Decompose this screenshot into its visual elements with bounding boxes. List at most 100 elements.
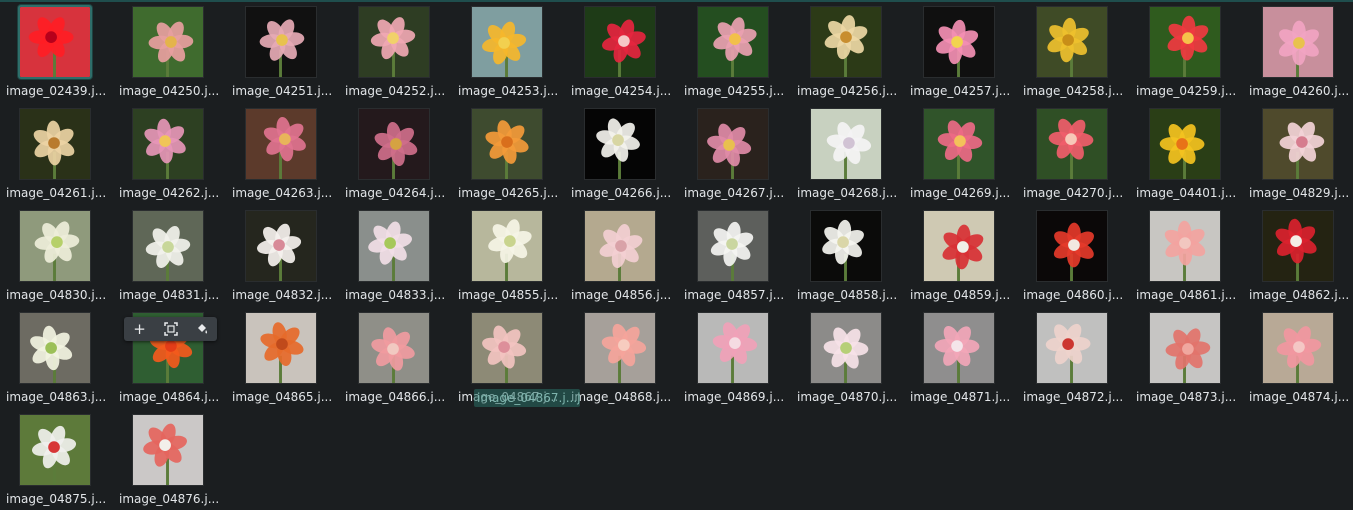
file-thumbnail[interactable] <box>810 108 882 180</box>
file-thumbnail[interactable] <box>358 312 430 384</box>
file-item[interactable]: image_04861.j... <box>1130 204 1243 306</box>
file-item[interactable]: image_04259.j... <box>1130 0 1243 102</box>
file-thumbnail[interactable] <box>923 312 995 384</box>
file-item[interactable]: image_04252.j... <box>339 0 452 102</box>
file-thumbnail[interactable] <box>18 5 92 79</box>
file-item[interactable]: image_04857.j... <box>678 204 791 306</box>
file-thumbnail[interactable] <box>923 210 995 282</box>
file-thumbnail[interactable] <box>923 6 995 78</box>
file-item[interactable]: image_04266.j... <box>565 102 678 204</box>
file-item[interactable]: image_04258.j... <box>1017 0 1130 102</box>
file-item[interactable]: image_04859.j... <box>904 204 1017 306</box>
file-item[interactable]: image_04270.j... <box>1017 102 1130 204</box>
file-thumbnail[interactable] <box>245 312 317 384</box>
file-thumbnail[interactable] <box>1262 210 1334 282</box>
file-item[interactable]: image_04256.j... <box>791 0 904 102</box>
file-thumbnail[interactable] <box>132 210 204 282</box>
file-thumbnail[interactable] <box>1149 6 1221 78</box>
file-thumbnail[interactable] <box>358 108 430 180</box>
file-item[interactable]: image_04875.j... <box>0 408 113 510</box>
file-item[interactable]: image_04401.j... <box>1130 102 1243 204</box>
file-thumbnail[interactable] <box>1149 312 1221 384</box>
file-thumbnail[interactable] <box>697 6 769 78</box>
file-item[interactable]: image_04260.j... <box>1243 0 1353 102</box>
file-thumbnail[interactable] <box>245 108 317 180</box>
select-button[interactable] <box>159 319 183 339</box>
file-item[interactable]: image_04863.j... <box>0 306 113 408</box>
file-thumbnail[interactable] <box>358 210 430 282</box>
file-item[interactable]: image_04868.j... <box>565 306 678 408</box>
file-item[interactable]: image_04865.j... <box>226 306 339 408</box>
file-item[interactable]: image_04833.j... <box>339 204 452 306</box>
file-item[interactable]: image_04866.j... <box>339 306 452 408</box>
file-item[interactable]: image_04855.j... <box>452 204 565 306</box>
file-item[interactable]: image_04257.j... <box>904 0 1017 102</box>
file-thumbnail[interactable] <box>810 312 882 384</box>
file-thumbnail[interactable] <box>1262 108 1334 180</box>
file-thumbnail[interactable] <box>1036 312 1108 384</box>
file-item[interactable]: image_04261.j... <box>0 102 113 204</box>
file-item[interactable]: image_04265.j... <box>452 102 565 204</box>
file-thumbnail[interactable] <box>245 210 317 282</box>
file-item[interactable]: image_04856.j... <box>565 204 678 306</box>
file-item[interactable]: image_04255.j... <box>678 0 791 102</box>
file-item[interactable]: image_02439.j... <box>0 0 113 102</box>
file-item[interactable]: image_04268.j... <box>791 102 904 204</box>
file-thumbnail[interactable] <box>584 312 656 384</box>
file-thumbnail[interactable] <box>245 6 317 78</box>
file-thumbnail[interactable] <box>697 210 769 282</box>
file-thumbnail[interactable] <box>810 6 882 78</box>
file-thumbnail[interactable] <box>584 108 656 180</box>
file-item[interactable]: image_04264.j... <box>339 102 452 204</box>
file-thumbnail[interactable] <box>358 6 430 78</box>
file-item[interactable]: image_04267.j... <box>678 102 791 204</box>
file-thumbnail[interactable] <box>19 108 91 180</box>
file-item[interactable]: image_04263.j... <box>226 102 339 204</box>
file-thumbnail[interactable] <box>1036 108 1108 180</box>
file-item[interactable]: image_04869.j... <box>678 306 791 408</box>
file-thumbnail[interactable] <box>471 210 543 282</box>
file-item[interactable]: image_04858.j... <box>791 204 904 306</box>
file-item[interactable]: image_04832.j... <box>226 204 339 306</box>
file-thumbnail[interactable] <box>923 108 995 180</box>
file-item[interactable]: image_04254.j... <box>565 0 678 102</box>
file-item[interactable]: image_04829.j... <box>1243 102 1353 204</box>
file-thumbnail[interactable] <box>1149 210 1221 282</box>
file-item[interactable]: image_04871.j... <box>904 306 1017 408</box>
file-item[interactable]: image_04262.j... <box>113 102 226 204</box>
file-item[interactable]: image_04870.j... <box>791 306 904 408</box>
file-thumbnail[interactable] <box>19 312 91 384</box>
file-thumbnail[interactable] <box>584 6 656 78</box>
file-thumbnail[interactable] <box>19 414 91 486</box>
file-item[interactable]: image_04860.j... <box>1017 204 1130 306</box>
file-thumbnail[interactable] <box>810 210 882 282</box>
file-thumbnail[interactable] <box>1036 210 1108 282</box>
file-thumbnail[interactable] <box>471 108 543 180</box>
file-thumbnail[interactable] <box>697 312 769 384</box>
file-thumbnail[interactable] <box>471 6 543 78</box>
file-item[interactable]: image_04873.j... <box>1130 306 1243 408</box>
file-item[interactable]: image_04872.j... <box>1017 306 1130 408</box>
file-thumbnail[interactable] <box>132 414 204 486</box>
file-item[interactable]: image_04253.j... <box>452 0 565 102</box>
file-thumbnail[interactable] <box>1149 108 1221 180</box>
file-thumbnail[interactable] <box>1262 312 1334 384</box>
file-item[interactable]: image_04862.j... <box>1243 204 1353 306</box>
add-button[interactable]: + <box>128 319 152 339</box>
file-thumbnail[interactable] <box>697 108 769 180</box>
file-item[interactable]: image_04269.j... <box>904 102 1017 204</box>
file-item[interactable]: image_04830.j... <box>0 204 113 306</box>
file-thumbnail[interactable] <box>132 108 204 180</box>
file-thumbnail[interactable] <box>584 210 656 282</box>
file-thumbnail[interactable] <box>1262 6 1334 78</box>
file-thumbnail[interactable] <box>471 312 543 384</box>
file-item[interactable]: image_04831.j... <box>113 204 226 306</box>
file-item[interactable]: image_04874.j... <box>1243 306 1353 408</box>
file-item[interactable]: image_04250.j... <box>113 0 226 102</box>
file-item[interactable]: image_04251.j... <box>226 0 339 102</box>
file-thumbnail[interactable] <box>19 210 91 282</box>
file-thumbnail[interactable] <box>1036 6 1108 78</box>
file-item[interactable]: image_04876.j... <box>113 408 226 510</box>
paint-button[interactable] <box>190 319 214 339</box>
file-thumbnail[interactable] <box>132 6 204 78</box>
